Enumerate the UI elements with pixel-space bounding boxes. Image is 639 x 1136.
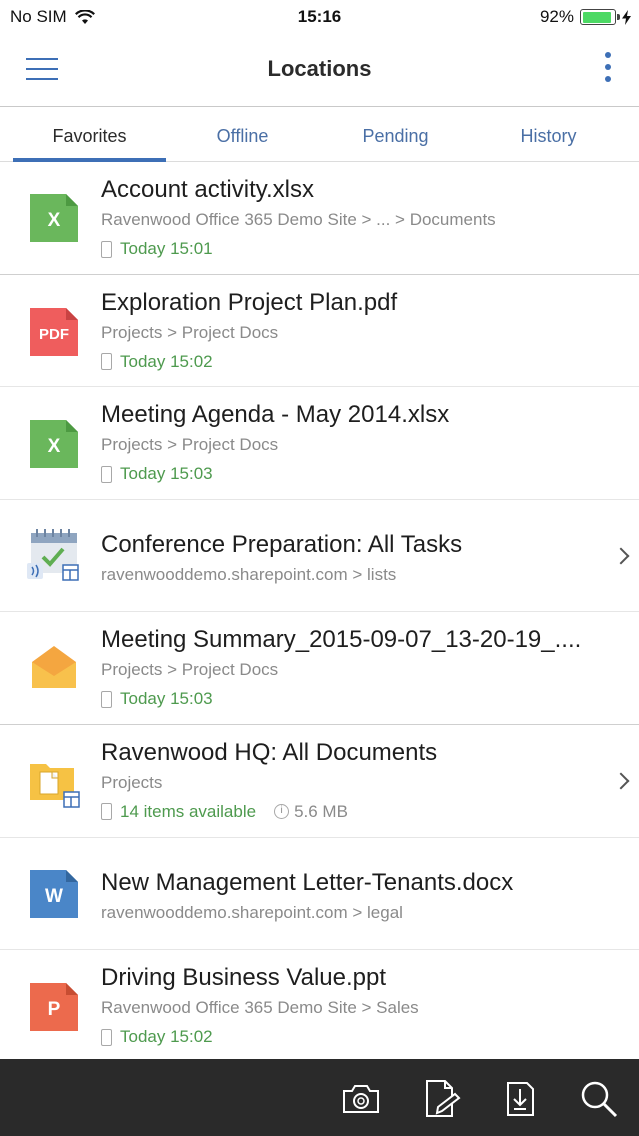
item-size: i 5.6 MB (274, 802, 348, 822)
status-bar: No SIM 15:16 92% (0, 0, 639, 34)
item-path: Projects (101, 772, 163, 792)
item-status: Today 15:03 (101, 689, 213, 709)
item-path: Ravenwood Office 365 Demo Site > ... > D… (101, 210, 496, 229)
item-title: Conference Preparation: All Tasks (101, 530, 463, 558)
email-file-icon (32, 646, 76, 689)
device-icon (101, 465, 112, 483)
item-title: Driving Business Value.ppt (101, 964, 387, 992)
tab-label: Pending (362, 126, 429, 146)
chevron-right-icon (612, 772, 630, 790)
tab-label: Favorites (52, 126, 127, 146)
tab-offline[interactable]: Offline (166, 107, 319, 162)
item-title: New Management Letter-Tenants.docx (101, 868, 514, 896)
info-icon: i (274, 804, 290, 820)
svg-text:PDF: PDF (39, 326, 69, 343)
device-icon (101, 240, 112, 258)
powerpoint-file-icon: P (30, 983, 78, 1032)
list-item[interactable]: Meeting Summary_2015-09-07_13-20-19_....… (0, 612, 639, 725)
item-status: 14 items available i 5.6 MB (101, 802, 348, 822)
excel-file-icon: X (30, 194, 78, 242)
item-timestamp: Today 15:02 (120, 351, 213, 371)
item-timestamp: Today 15:03 (120, 689, 213, 709)
list-item[interactable]: Ravenwood HQ: All Documents Projects 14 … (0, 725, 639, 838)
more-options-button[interactable] (603, 52, 613, 88)
svg-text:X: X (48, 210, 61, 231)
item-title: Account activity.xlsx (101, 176, 314, 203)
svg-text:P: P (48, 999, 61, 1020)
device-icon (101, 1028, 112, 1046)
tab-label: History (520, 126, 577, 146)
word-file-icon: W (30, 869, 78, 918)
tab-pending[interactable]: Pending (319, 107, 472, 162)
item-timestamp: Today 15:01 (120, 239, 213, 258)
item-title: Exploration Project Plan.pdf (101, 288, 398, 316)
chevron-right-icon (612, 547, 630, 565)
download-file-icon[interactable] (500, 1079, 540, 1119)
bottom-toolbar (0, 1059, 639, 1136)
item-timestamp: Today 15:02 (120, 1027, 213, 1047)
list-item[interactable]: Conference Preparation: All Tasks ravenw… (0, 500, 639, 613)
list-item[interactable]: X Meeting Agenda - May 2014.xlsx Project… (0, 387, 639, 500)
vertical-dots-icon (605, 52, 611, 58)
svg-text:X: X (48, 436, 61, 457)
tab-history[interactable]: History (472, 107, 625, 162)
navigation-bar: Locations (0, 34, 639, 107)
list-item[interactable]: PDF Exploration Project Plan.pdf Project… (0, 275, 639, 388)
device-icon (101, 353, 112, 371)
item-status: Today 15:02 (101, 1027, 213, 1047)
charging-bolt-icon (622, 9, 631, 25)
item-status: Today 15:03 (101, 464, 213, 484)
task-list-icon (27, 528, 79, 581)
locations-list: X Account activity.xlsx Ravenwood Office… (0, 162, 639, 1063)
svg-text:W: W (45, 886, 63, 907)
item-path: Projects > Project Docs (101, 435, 279, 455)
pdf-file-icon: PDF (30, 307, 78, 356)
tab-favorites[interactable]: Favorites (13, 107, 166, 162)
device-icon (101, 803, 112, 821)
item-path: ravenwooddemo.sharepoint.com > lists (101, 564, 397, 584)
item-path: Projects > Project Docs (101, 660, 279, 680)
camera-icon[interactable] (341, 1079, 381, 1119)
excel-file-icon: X (30, 420, 78, 469)
item-path: Ravenwood Office 365 Demo Site > Sales (101, 998, 419, 1018)
item-path: ravenwooddemo.sharepoint.com > legal (101, 902, 403, 922)
search-icon[interactable] (579, 1079, 619, 1119)
item-path: Projects > Project Docs (101, 322, 279, 342)
battery-level (582, 11, 612, 23)
battery-icon (580, 9, 620, 25)
list-item[interactable]: X Account activity.xlsx Ravenwood Office… (0, 162, 639, 275)
document-library-icon (30, 763, 80, 808)
list-item[interactable]: W New Management Letter-Tenants.docx rav… (0, 838, 639, 951)
item-title: Ravenwood HQ: All Documents (101, 738, 438, 766)
item-size-value: 5.6 MB (294, 801, 348, 821)
edit-document-icon[interactable] (421, 1079, 461, 1119)
tab-label: Offline (216, 126, 269, 146)
device-icon (101, 690, 112, 708)
battery-percent: 92% (539, 7, 574, 26)
item-status: Today 15:02 (101, 352, 213, 372)
tab-bar: Favorites Offline Pending History (0, 107, 639, 162)
list-item[interactable]: P Driving Business Value.ppt Ravenwood O… (0, 950, 639, 1063)
item-status: Today 15:01 (101, 239, 213, 259)
item-title: Meeting Summary_2015-09-07_13-20-19_.... (101, 626, 582, 654)
item-count: 14 items available (120, 801, 257, 821)
status-right: 92% (540, 7, 631, 27)
item-timestamp: Today 15:03 (120, 464, 213, 484)
item-title: Meeting Agenda - May 2014.xlsx (101, 401, 450, 429)
page-title: Locations (267, 56, 372, 81)
